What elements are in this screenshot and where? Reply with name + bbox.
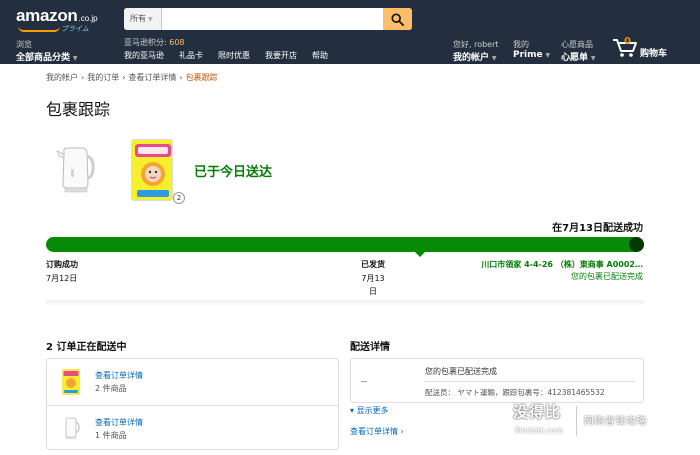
shipping-date-placeholder: -- [361, 377, 367, 386]
chevron-down-icon: ▼ [545, 52, 551, 59]
cart-button[interactable]: 0 购物车 [612, 36, 667, 61]
view-order-details-link[interactable]: 查看订单详情 › [350, 426, 404, 437]
top-links: 我的亚马逊 礼品卡 限时优惠 我要开店 帮助 [124, 50, 328, 61]
shipped-marker-icon [415, 252, 425, 257]
step-ordered: 订购成功 7月12日 [46, 259, 78, 284]
search-category-label: 所有 [130, 14, 146, 23]
watermark-site: Meidebi.com [515, 426, 563, 435]
search-button[interactable] [383, 8, 412, 30]
chevron-down-icon: ▼ [590, 55, 596, 62]
product-package-art [132, 140, 172, 200]
shipping-divider [425, 381, 635, 382]
page-title: 包裹跟踪 [46, 100, 111, 119]
chevron-down-icon: ▼ [491, 55, 497, 62]
account-greeting: 您好, robert [453, 40, 499, 49]
quantity-badge: 2 [173, 192, 185, 204]
logo-smile-icon [18, 26, 60, 32]
step-shipped: 已发货 7月13 日 [361, 259, 385, 297]
orders-list: 查看订单详情 2 件商品 查看订单详情 1 件商品 [46, 358, 339, 450]
delivered-message: 已于今日送达 [194, 165, 273, 180]
show-more-link[interactable]: ▾ 显示更多 [350, 405, 389, 416]
step-shipped-date: 7月13 [361, 274, 385, 283]
breadcrumb-order-details[interactable]: 查看订单详情 [128, 73, 176, 82]
delivery-address-status: 川口市領家 4-4-26 （株）東商事 A0002… [481, 260, 643, 269]
browse-big-label: 全部商品分类 [16, 53, 71, 63]
search-bar: 所有 ▼ [124, 8, 412, 30]
amazon-logo[interactable]: amazon.co.jp プライム [16, 6, 98, 33]
logo-prime-label: プライム [61, 26, 89, 33]
kettle-product-image[interactable] [56, 144, 96, 194]
prime-small-label: 我的 [513, 40, 529, 49]
chevron-down-icon: ▼ [148, 16, 153, 23]
link-help[interactable]: 帮助 [312, 50, 328, 61]
order-thumbnail-kettle [65, 417, 80, 439]
breadcrumb: 我的帐户 › 我的订单 › 查看订单详情 › 包裹跟踪 [46, 72, 218, 83]
breadcrumb-current: 包裹跟踪 [185, 73, 218, 82]
account-menu[interactable]: 您好, robert 我的帐户 ▼ [453, 39, 499, 63]
watermark-slogan: 网购省钱攻略 [584, 416, 648, 427]
link-my-amazon[interactable]: 我的亚马逊 [124, 50, 164, 61]
search-icon [391, 12, 404, 26]
shipping-status-text: 您的包裹已配送完成 [425, 367, 497, 376]
link-gift-card[interactable]: 礼品卡 [179, 50, 203, 61]
delivered-endpoint-icon [629, 237, 644, 252]
prime-label: Prime [513, 50, 543, 60]
order-row[interactable]: 查看订单详情 1 件商品 [47, 405, 338, 451]
points-value: 608 [169, 38, 185, 47]
breadcrumb-my-account[interactable]: 我的帐户 [46, 73, 78, 82]
cart-label: 购物车 [640, 49, 668, 59]
wishlist-menu[interactable]: 心愿商品 心愿单 ▼ [561, 39, 596, 63]
wishlist-small-label: 心愿商品 [561, 40, 593, 49]
search-category-dropdown[interactable]: 所有 ▼ [124, 8, 162, 30]
delivery-complete-status: 您的包裹已配送完成 [571, 272, 643, 281]
breadcrumb-separator: › [179, 73, 183, 82]
points-label: 亚马逊积分: [124, 38, 167, 47]
order-item-count: 1 件商品 [95, 431, 127, 440]
order-item-count: 2 件商品 [95, 384, 127, 393]
insect-repellent-product-image[interactable] [131, 139, 173, 201]
breadcrumb-my-orders[interactable]: 我的订单 [87, 73, 119, 82]
watermark-divider [576, 406, 577, 436]
browse-small-label: 浏览 [16, 40, 32, 49]
logo-tld: .co.jp [78, 14, 98, 23]
view-order-details-link[interactable]: 查看订单详情 [95, 370, 143, 381]
wishlist-label: 心愿单 [561, 53, 589, 63]
section-divider [46, 300, 644, 306]
breadcrumb-separator: › [81, 73, 85, 82]
step-shipped-date-suffix: 日 [369, 287, 377, 296]
delivery-success-title: 在7月13日配送成功 [552, 223, 643, 234]
browse-menu[interactable]: 浏览 全部商品分类 ▼ [16, 39, 78, 63]
link-sell[interactable]: 我要开店 [265, 50, 297, 61]
top-nav-bar: amazon.co.jp プライム 所有 ▼ 亚马逊积分: 608 浏览 全部商品… [0, 0, 700, 64]
view-order-details-link[interactable]: 查看订单详情 [95, 417, 143, 428]
shipping-details-title: 配送详情 [350, 342, 390, 353]
cart-count: 0 [624, 36, 631, 47]
order-row[interactable]: 查看订单详情 2 件商品 [47, 359, 338, 405]
step-ordered-date: 7月12日 [46, 274, 78, 283]
step-shipped-label: 已发货 [361, 260, 385, 269]
tracking-progress-bar [46, 237, 644, 257]
points-display[interactable]: 亚马逊积分: 608 [124, 37, 185, 48]
logo-word: amazon [16, 6, 78, 25]
shipping-carrier-text: 配送员： ヤマト運輸，跟踪包裹号：412381465532 [425, 388, 605, 397]
order-thumbnail-bag [62, 369, 80, 395]
shipping-details-box: -- 您的包裹已配送完成 配送员： ヤマト運輸，跟踪包裹号：4123814655… [350, 358, 644, 403]
chevron-down-icon: ▼ [72, 55, 78, 62]
link-deals[interactable]: 限时优惠 [218, 50, 250, 61]
account-label: 我的帐户 [453, 53, 490, 63]
breadcrumb-separator: › [122, 73, 126, 82]
prime-menu[interactable]: 我的 Prime ▼ [513, 39, 550, 60]
step-ordered-label: 订购成功 [46, 260, 78, 269]
show-more-label: 显示更多 [356, 406, 389, 415]
chevron-down-icon: ▾ [350, 406, 355, 415]
orders-in-transit-title: 2 订单正在配送中 [46, 342, 127, 353]
watermark-logo: 没得比 [513, 403, 562, 421]
search-input[interactable] [162, 8, 384, 30]
